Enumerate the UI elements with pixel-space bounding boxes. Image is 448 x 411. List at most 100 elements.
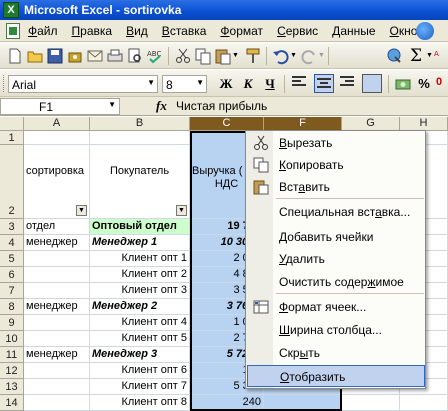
table-cell[interactable]: Клиент опт 6 — [90, 363, 190, 379]
select-all-corner[interactable] — [0, 117, 24, 131]
print-preview-icon[interactable] — [126, 47, 144, 65]
redo-dropdown-icon[interactable]: ▼ — [318, 52, 325, 59]
context-menu-item-unhide[interactable]: Отобразить — [247, 365, 425, 387]
row-header[interactable]: 11 — [0, 347, 24, 363]
table-cell[interactable]: отдел — [24, 219, 90, 235]
row-header[interactable]: 5 — [0, 251, 24, 267]
row-header[interactable]: 12 — [0, 363, 24, 379]
formula-input[interactable]: Чистая прибыль — [176, 99, 267, 113]
table-cell[interactable]: Менеджер 1 — [90, 235, 190, 251]
help-icon[interactable] — [416, 22, 434, 40]
font-size-select[interactable]: 8 ▼ — [162, 75, 207, 93]
menu-item[interactable]: Файл — [28, 24, 58, 38]
table-cell[interactable]: Клиент опт 1 — [90, 251, 190, 267]
workbook-icon[interactable] — [6, 23, 20, 39]
column-header[interactable]: A — [24, 117, 90, 131]
grid-cell[interactable] — [264, 395, 342, 411]
font-name-select[interactable]: Arial ▼ — [8, 75, 158, 93]
table-cell[interactable] — [24, 379, 90, 395]
row-header[interactable]: 4 — [0, 235, 24, 251]
autosum-dropdown-icon[interactable]: ▼ — [426, 52, 433, 59]
table-cell[interactable]: Клиент опт 8 — [90, 395, 190, 411]
table-cell[interactable] — [24, 251, 90, 267]
cut-icon[interactable] — [174, 47, 192, 65]
save-icon[interactable] — [46, 47, 64, 65]
permission-icon[interactable] — [66, 47, 84, 65]
filter-dropdown-icon[interactable]: ▼ — [176, 205, 187, 216]
menu-item[interactable]: Вставка — [162, 24, 207, 38]
copy-icon[interactable] — [194, 47, 212, 65]
email-icon[interactable] — [86, 47, 104, 65]
table-cell[interactable]: менеджер — [24, 347, 90, 363]
row-header[interactable]: 8 — [0, 299, 24, 315]
column-header[interactable]: G — [342, 117, 400, 131]
column-header[interactable]: H — [400, 117, 448, 131]
row-header[interactable]: 3 — [0, 219, 24, 235]
table-cell[interactable]: Менеджер 2 — [90, 299, 190, 315]
comma-style-icon[interactable]: 0 — [436, 76, 442, 88]
new-icon[interactable] — [6, 47, 24, 65]
print-icon[interactable] — [106, 47, 124, 65]
grid-cell[interactable] — [342, 395, 400, 411]
row-header[interactable]: 13 — [0, 379, 24, 395]
table-cell[interactable]: Клиент опт 2 — [90, 267, 190, 283]
table-cell[interactable]: менеджер — [24, 299, 90, 315]
context-menu-item-hide[interactable]: Скрыть — [247, 342, 425, 364]
excel-app-icon[interactable]: X — [3, 2, 19, 18]
table-cell[interactable] — [24, 363, 90, 379]
context-menu-item-paste-special[interactable]: Специальная вставка... — [247, 201, 425, 223]
context-menu-item-insert-cells[interactable]: Добавить ячейки — [247, 226, 425, 248]
table-cell[interactable] — [24, 315, 90, 331]
align-right-icon[interactable] — [340, 76, 356, 90]
undo-icon[interactable] — [272, 47, 290, 65]
context-menu-item-paste[interactable]: Вставить — [247, 176, 425, 198]
context-menu-item-copy[interactable]: Копировать — [247, 154, 425, 176]
currency-icon[interactable] — [394, 75, 412, 93]
menu-item[interactable]: Формат — [220, 24, 263, 38]
menu-item[interactable]: Окно — [390, 24, 418, 38]
name-box[interactable]: F1 ▼ — [0, 98, 120, 115]
row-header[interactable]: 1 — [0, 131, 24, 145]
align-center-icon[interactable] — [314, 74, 334, 93]
table-cell[interactable]: 240 — [190, 395, 264, 411]
menu-item[interactable]: Вид — [126, 24, 148, 38]
table-cell[interactable]: менеджер — [24, 235, 90, 251]
open-icon[interactable] — [26, 47, 44, 65]
menu-item[interactable]: Сервис — [277, 24, 318, 38]
toolbar-grip[interactable] — [3, 75, 6, 92]
chevron-down-icon[interactable]: ▼ — [108, 100, 116, 109]
autosum-icon[interactable]: Σ — [410, 46, 422, 66]
table-cell[interactable] — [24, 267, 90, 283]
align-left-icon[interactable] — [292, 76, 308, 90]
row-header[interactable]: 7 — [0, 283, 24, 299]
bold-button[interactable]: Ж — [216, 75, 236, 93]
function-icon[interactable]: fx — [156, 98, 167, 114]
undo-dropdown-icon[interactable]: ▼ — [290, 52, 297, 59]
row-header[interactable]: 14 — [0, 395, 24, 411]
table-cell[interactable] — [24, 395, 90, 411]
context-menu-item-column-width[interactable]: Ширина столбца... — [247, 319, 425, 341]
table-cell[interactable] — [24, 331, 90, 347]
table-cell[interactable]: Клиент опт 7 — [90, 379, 190, 395]
table-cell[interactable]: Клиент опт 4 — [90, 315, 190, 331]
paste-dropdown-icon[interactable]: ▼ — [232, 52, 239, 59]
row-header[interactable]: 10 — [0, 331, 24, 347]
chevron-down-icon[interactable]: ▼ — [147, 78, 155, 87]
context-menu-item-clear-contents[interactable]: Очистить содержимое — [247, 271, 425, 293]
column-header[interactable]: C — [190, 117, 264, 131]
paste-icon[interactable] — [214, 47, 232, 65]
chevron-down-icon[interactable]: ▼ — [196, 78, 204, 87]
table-cell[interactable]: Клиент опт 5 — [90, 331, 190, 347]
merge-center-icon[interactable] — [362, 74, 382, 93]
table-cell[interactable]: Оптовый отдел — [90, 219, 190, 235]
menu-item[interactable]: Данные — [332, 24, 375, 38]
underline-button[interactable]: Ч — [260, 75, 280, 93]
percent-button[interactable]: % — [414, 75, 434, 93]
redo-icon[interactable] — [300, 47, 318, 65]
column-header[interactable]: B — [90, 117, 190, 131]
table-cell[interactable] — [24, 283, 90, 299]
table-cell[interactable]: Клиент опт 3 — [90, 283, 190, 299]
format-painter-icon[interactable] — [244, 47, 262, 65]
filter-dropdown-icon[interactable]: ▼ — [76, 205, 87, 216]
context-menu-item-cut[interactable]: Вырезать — [247, 132, 425, 154]
